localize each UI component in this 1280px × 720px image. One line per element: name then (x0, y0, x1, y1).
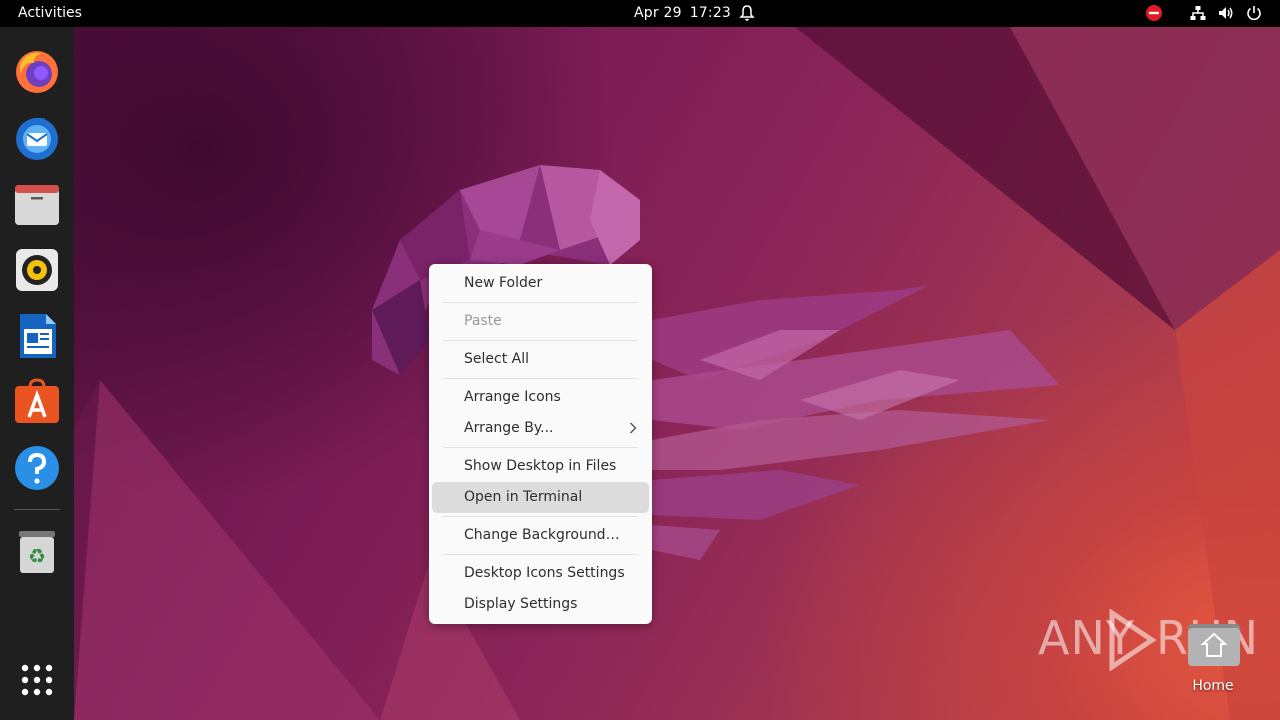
menu-item-select-all[interactable]: Select All (432, 344, 649, 375)
chevron-right-icon (630, 422, 637, 434)
menu-separator (443, 302, 638, 303)
clock-button[interactable]: Apr 29 17:23 (634, 5, 739, 21)
menu-item-paste: Paste (432, 306, 649, 337)
dock: ♻ (0, 27, 74, 720)
firefox-icon[interactable] (12, 47, 62, 97)
menu-item-desktop-icons-settings[interactable]: Desktop Icons Settings (432, 558, 649, 589)
play-logo-icon (1109, 609, 1156, 671)
menu-separator (443, 516, 638, 517)
home-folder-icon[interactable] (1186, 620, 1242, 668)
menu-item-display-settings[interactable]: Display Settings (432, 589, 649, 620)
volume-icon[interactable] (1217, 4, 1235, 22)
menu-separator (443, 447, 638, 448)
menu-item-label: Display Settings (464, 596, 578, 612)
menu-item-label: Select All (464, 351, 529, 367)
menu-item-label: New Folder (464, 275, 543, 291)
files-icon[interactable] (12, 179, 62, 229)
menu-item-new-folder[interactable]: New Folder (432, 268, 649, 299)
menu-item-arrange-icons[interactable]: Arrange Icons (432, 382, 649, 413)
time-label: 17:23 (689, 5, 732, 21)
app-center-icon[interactable] (12, 377, 62, 427)
menu-separator (443, 554, 638, 555)
menu-item-label: Arrange By... (464, 420, 554, 436)
menu-item-arrange-by[interactable]: Arrange By... (432, 413, 649, 444)
libreoffice-writer-icon[interactable] (12, 311, 62, 361)
date-label: Apr 29 (634, 5, 682, 21)
menu-separator (443, 378, 638, 379)
desktop-context-menu: New Folder Paste Select All Arrange Icon… (429, 264, 652, 624)
menu-item-label: Show Desktop in Files (464, 458, 617, 474)
rhythmbox-icon[interactable] (12, 245, 62, 295)
menu-item-show-desktop-in-files[interactable]: Show Desktop in Files (432, 451, 649, 482)
trash-icon[interactable]: ♻ (12, 527, 62, 577)
do-not-disturb-icon[interactable] (1145, 4, 1163, 22)
home-folder-label: Home (1192, 678, 1234, 694)
menu-item-label: Change Background… (464, 527, 620, 543)
menu-item-label: Desktop Icons Settings (464, 565, 625, 581)
menu-item-label: Paste (464, 313, 502, 329)
menu-item-label: Open in Terminal (464, 489, 583, 505)
bell-icon[interactable] (738, 4, 756, 22)
menu-item-change-background[interactable]: Change Background… (432, 520, 649, 551)
thunderbird-icon[interactable] (12, 113, 62, 163)
menu-item-open-in-terminal[interactable]: Open in Terminal (432, 482, 649, 513)
dock-separator (14, 509, 60, 510)
svg-text:♻: ♻ (28, 544, 46, 568)
show-apps-icon[interactable] (12, 655, 62, 705)
power-icon[interactable] (1245, 4, 1263, 22)
menu-item-label: Arrange Icons (464, 389, 561, 405)
help-icon[interactable] (12, 443, 62, 493)
top-bar: Activities Apr 29 17:23 (0, 0, 1280, 27)
network-icon[interactable] (1189, 4, 1207, 22)
activities-button[interactable]: Activities (18, 5, 82, 21)
menu-separator (443, 340, 638, 341)
